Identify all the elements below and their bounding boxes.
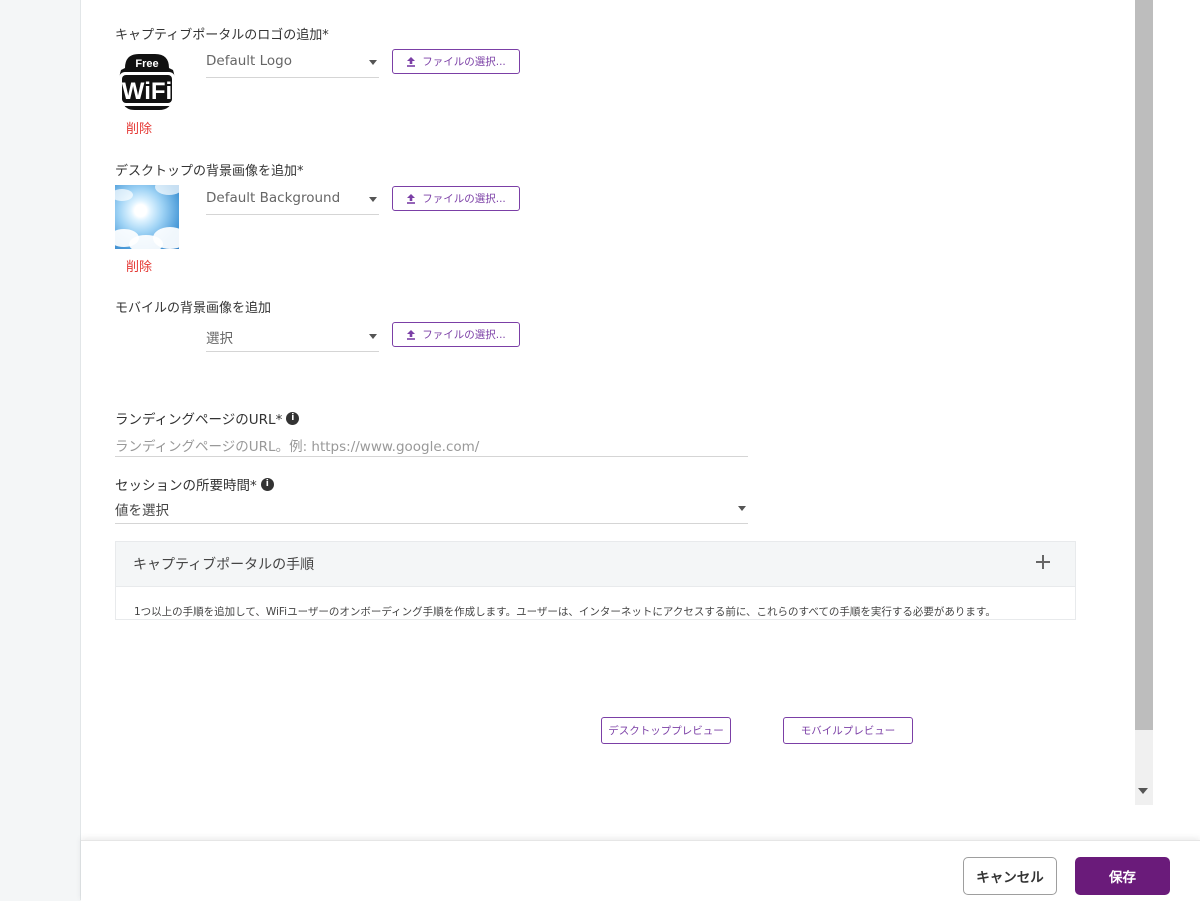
upload-icon bbox=[407, 329, 416, 340]
delete-logo-link[interactable]: 削除 bbox=[126, 118, 152, 137]
landing-url-placeholder: ランディングページのURL。例: https://www.google.com/ bbox=[115, 439, 480, 455]
portal-steps-header[interactable]: キャプティブポータルの手順 bbox=[116, 542, 1075, 587]
chevron-down-icon bbox=[369, 60, 377, 65]
chevron-down-icon bbox=[369, 334, 377, 339]
desktop-bg-file-button[interactable]: ファイルの選択... bbox=[392, 186, 520, 211]
portal-steps-title: キャプティブポータルの手順 bbox=[133, 557, 315, 573]
info-icon[interactable]: i bbox=[260, 477, 274, 491]
info-icon[interactable]: i bbox=[286, 411, 300, 425]
landing-url-label: ランディングページのURL* i bbox=[115, 408, 300, 428]
scrollbar-thumb[interactable] bbox=[1135, 0, 1153, 730]
plus-icon[interactable] bbox=[1035, 554, 1051, 570]
mobile-preview-button[interactable]: モバイルプレビュー bbox=[783, 717, 913, 744]
desktop-preview-button[interactable]: デスクトッププレビュー bbox=[601, 717, 731, 744]
logo-file-button[interactable]: ファイルの選択... bbox=[392, 49, 520, 74]
save-button[interactable]: 保存 bbox=[1075, 857, 1170, 895]
mobile-bg-section-label: モバイルの背景画像を追加 bbox=[115, 301, 272, 316]
session-duration-select[interactable]: 値を選択 bbox=[115, 495, 748, 524]
chevron-down-icon bbox=[369, 197, 377, 202]
portal-steps-accordion: キャプティブポータルの手順 1つ以上の手順を追加して、WiFiユーザーのオンボー… bbox=[115, 541, 1076, 620]
logo-select[interactable]: Default Logo bbox=[206, 49, 379, 78]
left-gutter bbox=[0, 0, 81, 900]
session-duration-label-text: セッションの所要時間* bbox=[115, 478, 257, 494]
scroll-down-arrow-icon[interactable] bbox=[1138, 788, 1148, 794]
logo-file-button-label: ファイルの選択... bbox=[422, 56, 506, 68]
desktop-bg-select-value: Default Background bbox=[206, 190, 341, 206]
landing-url-label-text: ランディングページのURL* bbox=[115, 412, 283, 428]
desktop-bg-section-label: デスクトップの背景画像を追加* bbox=[115, 164, 304, 179]
mobile-bg-select[interactable]: 選択 bbox=[206, 323, 379, 352]
desktop-bg-thumbnail bbox=[115, 185, 179, 249]
delete-desktop-bg-link[interactable]: 削除 bbox=[126, 256, 152, 275]
chevron-down-icon bbox=[738, 506, 746, 511]
logo-wifi-text: WiFi bbox=[122, 78, 172, 105]
logo-section-label: キャプティブポータルのロゴの追加* bbox=[115, 28, 329, 43]
portal-steps-description: 1つ以上の手順を追加して、WiFiユーザーのオンボーディング手順を作成します。ユ… bbox=[134, 606, 996, 618]
mobile-bg-file-button[interactable]: ファイルの選択... bbox=[392, 322, 520, 347]
logo-select-value: Default Logo bbox=[206, 53, 292, 69]
desktop-bg-select[interactable]: Default Background bbox=[206, 186, 379, 215]
desktop-bg-file-button-label: ファイルの選択... bbox=[422, 193, 506, 205]
logo-free-text: Free bbox=[135, 58, 158, 70]
mobile-bg-select-value: 選択 bbox=[206, 331, 233, 347]
upload-icon bbox=[407, 56, 416, 67]
cancel-button[interactable]: キャンセル bbox=[963, 857, 1057, 895]
session-duration-label: セッションの所要時間* i bbox=[115, 474, 274, 494]
mobile-bg-file-button-label: ファイルの選択... bbox=[422, 329, 506, 341]
wifi-logo-image: Free WiFi bbox=[115, 48, 179, 112]
session-duration-value: 値を選択 bbox=[115, 503, 169, 519]
upload-icon bbox=[407, 193, 416, 204]
landing-url-input[interactable]: ランディングページのURL。例: https://www.google.com/ bbox=[115, 432, 748, 457]
